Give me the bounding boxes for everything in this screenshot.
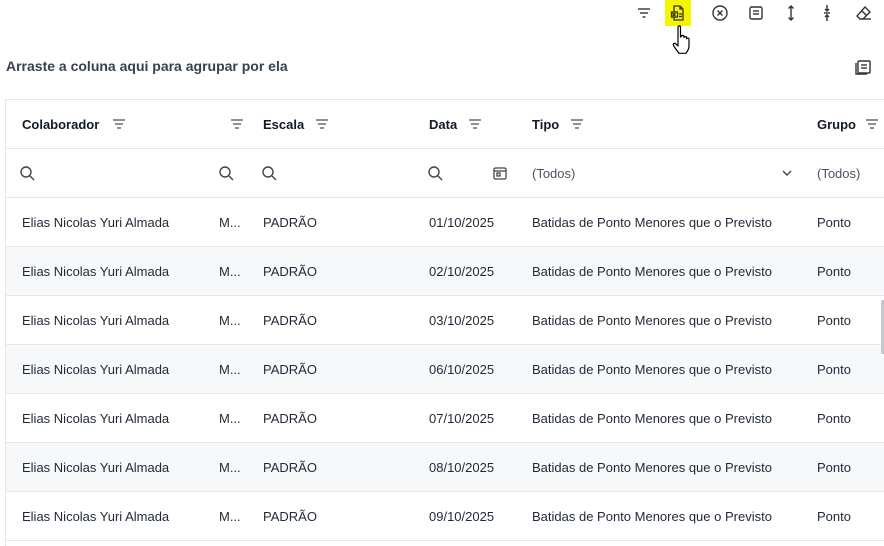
cell-escala: PADRÃO — [263, 508, 317, 524]
cell-colaborador: Elias Nicolas Yuri Almada — [22, 214, 170, 230]
cell-m: M... — [219, 361, 241, 377]
toolbar — [0, 0, 884, 26]
filter-icon[interactable] — [467, 116, 483, 132]
cell-colaborador: Elias Nicolas Yuri Almada — [22, 459, 170, 475]
cell-m: M... — [219, 263, 241, 279]
cell-data: 06/10/2025 — [429, 361, 495, 377]
filter-icon[interactable] — [569, 116, 585, 132]
column-header-data[interactable]: Data — [429, 100, 483, 148]
cell-grupo: Ponto — [817, 263, 851, 279]
table-row[interactable]: Elias Nicolas Yuri Almada M... PADRÃO 08… — [6, 443, 884, 492]
table-row[interactable]: Elias Nicolas Yuri Almada M... PADRÃO 06… — [6, 345, 884, 394]
cell-escala: PADRÃO — [263, 410, 317, 426]
cell-tipo: Batidas de Ponto Menores que o Previsto — [532, 459, 772, 475]
column-header-m[interactable] — [229, 100, 245, 148]
column-chooser-icon[interactable] — [852, 56, 874, 78]
table-row[interactable]: Elias Nicolas Yuri Almada M... PADRÃO 07… — [6, 394, 884, 443]
cell-m: M... — [219, 214, 241, 230]
data-grid: Colaborador Escala Data Tipo Grupo (Todo — [5, 99, 884, 546]
column-header-colaborador[interactable]: Colaborador — [22, 100, 127, 148]
cell-data: 01/10/2025 — [429, 214, 495, 230]
clear-circle-icon[interactable] — [707, 0, 733, 26]
cell-colaborador: Elias Nicolas Yuri Almada — [22, 263, 170, 279]
eraser-icon[interactable] — [851, 0, 877, 26]
column-header-escala[interactable]: Escala — [263, 100, 330, 148]
cell-tipo: Batidas de Ponto Menores que o Previsto — [532, 410, 772, 426]
cell-tipo: Batidas de Ponto Menores que o Previsto — [532, 361, 772, 377]
table-row[interactable]: Elias Nicolas Yuri Almada M... PADRÃO 09… — [6, 492, 884, 541]
cell-escala: PADRÃO — [263, 312, 317, 328]
cell-colaborador: Elias Nicolas Yuri Almada — [22, 361, 170, 377]
notes-icon[interactable] — [743, 0, 769, 26]
column-header-label: Tipo — [532, 116, 560, 132]
cell-colaborador: Elias Nicolas Yuri Almada — [22, 312, 170, 328]
search-icon[interactable] — [218, 149, 234, 197]
search-icon[interactable] — [19, 149, 35, 197]
cell-tipo: Batidas de Ponto Menores que o Previsto — [532, 508, 772, 524]
chevron-down-icon[interactable] — [779, 149, 795, 197]
calendar-icon[interactable] — [492, 149, 508, 197]
search-icon[interactable] — [261, 149, 277, 197]
cell-m: M... — [219, 410, 241, 426]
cell-data: 02/10/2025 — [429, 263, 495, 279]
search-icon[interactable] — [427, 149, 443, 197]
cell-m: M... — [219, 312, 241, 328]
collapse-vertical-icon[interactable] — [814, 0, 840, 26]
filter-row: (Todos) (Todos) — [6, 149, 884, 198]
filter-icon[interactable] — [229, 116, 245, 132]
table-row[interactable]: Elias Nicolas Yuri Almada M... PADRÃO 01… — [6, 198, 884, 247]
cell-data: 03/10/2025 — [429, 312, 495, 328]
group-panel-hint: Arraste a coluna aqui para agrupar por e… — [6, 58, 288, 74]
filter-icon[interactable] — [864, 116, 880, 132]
cell-colaborador: Elias Nicolas Yuri Almada — [22, 410, 170, 426]
cell-data: 08/10/2025 — [429, 459, 495, 475]
cell-m: M... — [219, 508, 241, 524]
cell-tipo: Batidas de Ponto Menores que o Previsto — [532, 214, 772, 230]
cell-grupo: Ponto — [817, 312, 851, 328]
column-header-label: Escala — [263, 116, 305, 132]
filter-icon[interactable] — [111, 116, 127, 132]
cell-escala: PADRÃO — [263, 214, 317, 230]
tipo-filter-select[interactable]: (Todos) — [532, 149, 575, 197]
cell-data: 07/10/2025 — [429, 410, 495, 426]
column-header-grupo[interactable]: Grupo — [817, 100, 880, 148]
cell-tipo: Batidas de Ponto Menores que o Previsto — [532, 312, 772, 328]
cell-m: M... — [219, 459, 241, 475]
column-header-label: Grupo — [817, 116, 856, 132]
header-row: Colaborador Escala Data Tipo Grupo — [6, 100, 884, 149]
column-header-label: Colaborador — [22, 116, 100, 132]
cell-escala: PADRÃO — [263, 361, 317, 377]
hand-cursor-icon — [670, 24, 696, 58]
filter-icon[interactable] — [314, 116, 330, 132]
column-header-label: Data — [429, 116, 458, 132]
cell-grupo: Ponto — [817, 214, 851, 230]
grupo-filter-select[interactable]: (Todos) — [817, 149, 860, 197]
cell-grupo: Ponto — [817, 508, 851, 524]
cell-colaborador: Elias Nicolas Yuri Almada — [22, 508, 170, 524]
cell-tipo: Batidas de Ponto Menores que o Previsto — [532, 263, 772, 279]
cell-escala: PADRÃO — [263, 263, 317, 279]
table-row[interactable]: Elias Nicolas Yuri Almada M... PADRÃO 03… — [6, 296, 884, 345]
cell-grupo: Ponto — [817, 361, 851, 377]
table-row[interactable]: Elias Nicolas Yuri Almada M... PADRÃO 02… — [6, 247, 884, 296]
cell-data: 09/10/2025 — [429, 508, 495, 524]
cell-grupo: Ponto — [817, 459, 851, 475]
column-header-tipo[interactable]: Tipo — [532, 100, 585, 148]
cell-escala: PADRÃO — [263, 459, 317, 475]
expand-vertical-icon[interactable] — [778, 0, 804, 26]
filter-icon[interactable] — [631, 0, 657, 26]
export-excel-icon[interactable] — [665, 0, 691, 26]
cell-grupo: Ponto — [817, 410, 851, 426]
